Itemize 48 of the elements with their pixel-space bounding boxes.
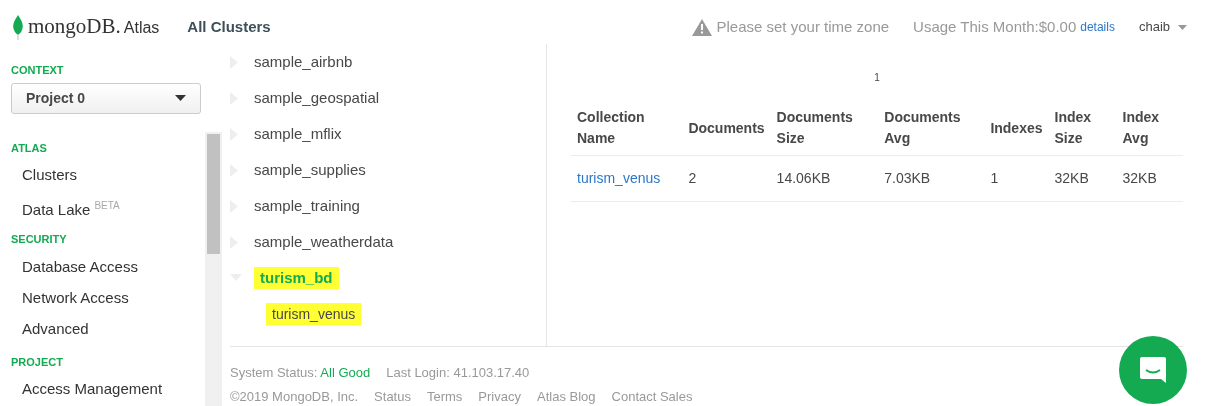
column-header: Index Size [1048,101,1117,156]
column-header: Index Avg [1116,101,1183,156]
last-login: Last Login: 41.103.17.40 [386,364,530,382]
details-link[interactable]: details [1080,18,1115,36]
column-header: Collection Name [571,101,683,156]
table-cell: 32KB [1048,155,1117,202]
sidebar-item[interactable]: Network Access [0,281,205,313]
collection-link[interactable]: turism_venus [577,170,661,186]
section-heading: SECURITY [10,232,68,247]
collection-item[interactable]: turism_venus [266,303,362,325]
brand-logo[interactable]: mongoDB.Atlas [28,11,160,43]
leaf-icon [12,14,24,40]
project-select[interactable]: Project 0 [11,82,201,114]
page-number[interactable]: 1 [571,70,1183,85]
table-cell: 32KB [1116,155,1183,202]
sidebar-item[interactable]: Advanced [0,312,205,344]
section-heading: ATLAS [10,140,48,156]
beta-label: BETA [94,200,120,211]
table-cell: 7.03KB [878,155,985,202]
tree-item[interactable]: sample_supplies [254,152,366,188]
column-header: Documents Size [770,101,879,156]
scrollbar[interactable] [205,132,222,406]
table-cell: 1 [984,155,1049,202]
chat-icon [1138,355,1168,385]
user-menu[interactable]: chaib [1138,17,1170,37]
column-header: Indexes [984,101,1049,156]
sidebar-item[interactable]: Database Access [0,250,205,282]
tree-item[interactable]: sample_weatherdata [254,224,394,260]
section-heading: PROJECT [10,354,64,370]
table-cell: 14.06KB [770,155,879,202]
tree-item[interactable]: sample_mflix [254,116,342,152]
caret-icon [1178,24,1187,30]
copyright-text: ©2019 MongoDB, Inc. [230,387,359,406]
tree-item[interactable]: sample_airbnb [254,44,353,80]
column-header: Documents Avg [878,101,985,156]
caret-icon [175,95,186,101]
sidebar-item[interactable]: Clusters [0,159,205,190]
usage-text: Usage This Month:$0.00 [913,16,1077,37]
tree-item[interactable]: sample_geospatial [254,80,380,116]
sidebar-item[interactable]: Data Lake $^{BETA}$ [0,190,205,221]
column-header: Documents [682,101,771,156]
system-status: System Status: All Good [230,364,371,382]
section-heading: CONTEXT [10,63,65,78]
table-cell: 2 [682,155,771,202]
warning-icon [692,18,713,36]
page-title[interactable]: All Clusters [187,15,271,39]
tree-item[interactable]: sample_training [254,188,360,224]
sidebar-item[interactable]: Access Management [0,373,205,404]
